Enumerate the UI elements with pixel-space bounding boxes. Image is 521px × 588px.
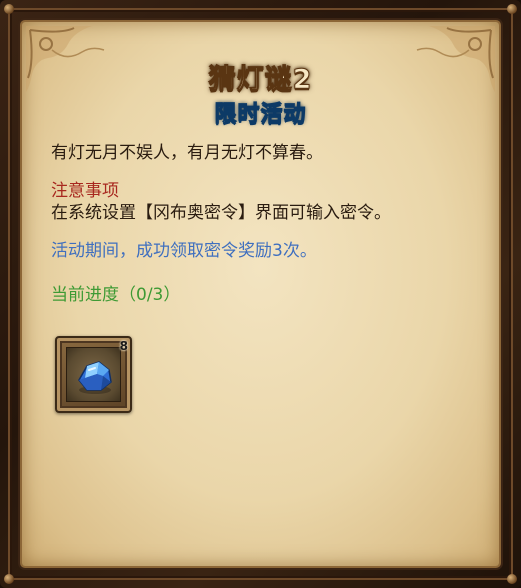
panel-title: 猜灯谜2	[208, 64, 313, 96]
panel-subtitle: 限时活动	[214, 102, 307, 128]
frame-rivet	[4, 574, 14, 584]
frame-rivet	[507, 4, 517, 14]
blue-crystal-icon	[78, 361, 112, 394]
reward-item-frame	[66, 347, 121, 402]
progress-text: 当前进度（0/3）	[51, 285, 181, 305]
parchment-panel: 猜灯谜2 限时活动 有灯无月不娱人，有月无灯不算春。 注意事项 在系统设置【冈布…	[22, 22, 499, 566]
notice-heading: 注意事项	[51, 181, 119, 201]
reward-item-count: 8	[119, 339, 128, 353]
frame-rivet	[507, 574, 517, 584]
notice-text: 在系统设置【冈布奥密令】界面可输入密令。	[51, 203, 391, 223]
event-info-text: 活动期间，成功领取密令奖励3次。	[51, 241, 317, 261]
riddle-text: 有灯无月不娱人，有月无灯不算春。	[51, 143, 323, 163]
reward-item-slot[interactable]: 8	[55, 336, 132, 413]
title-block: 猜灯谜2 限时活动	[22, 57, 499, 128]
panel-frame: 猜灯谜2 限时活动 有灯无月不娱人，有月无灯不算春。 注意事项 在系统设置【冈布…	[0, 0, 521, 588]
frame-rivet	[4, 4, 14, 14]
